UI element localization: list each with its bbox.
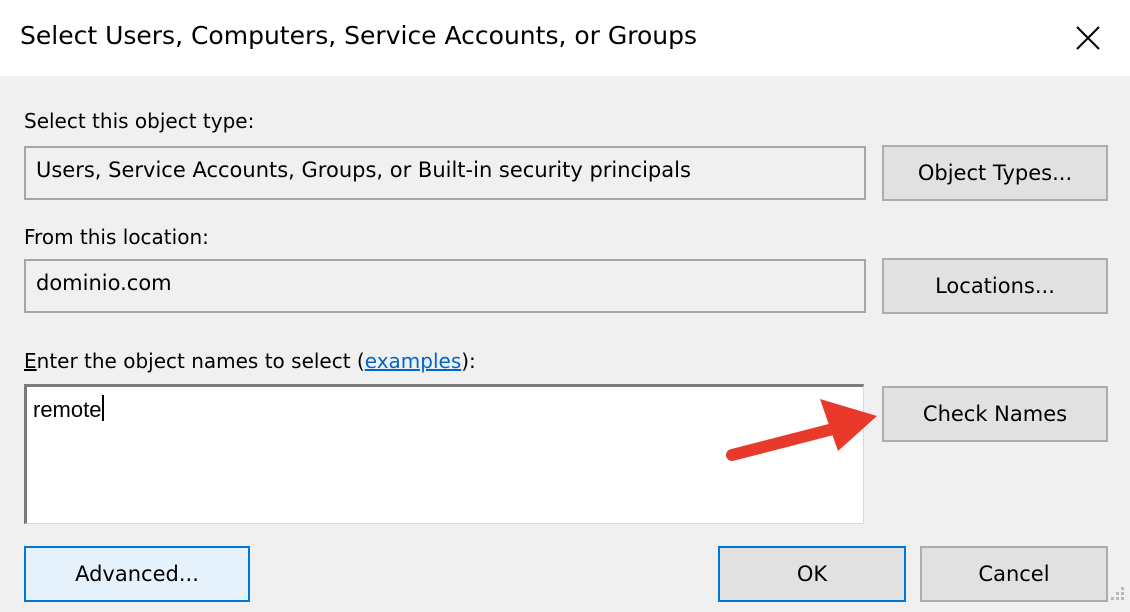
label-prefix: nter the object names to select ( bbox=[36, 349, 365, 373]
text-caret bbox=[102, 395, 105, 421]
title-bar: Select Users, Computers, Service Account… bbox=[0, 0, 1130, 76]
ok-button[interactable]: OK bbox=[718, 546, 906, 602]
red-arrow-icon bbox=[726, 399, 877, 461]
check-names-button[interactable]: Check Names bbox=[882, 386, 1108, 442]
examples-link[interactable]: examples bbox=[365, 349, 462, 373]
window-title: Select Users, Computers, Service Account… bbox=[20, 21, 698, 50]
object-names-value: remote bbox=[33, 397, 102, 422]
location-field: dominio.com bbox=[24, 259, 866, 313]
close-icon bbox=[1076, 26, 1100, 50]
close-button[interactable] bbox=[1058, 12, 1118, 64]
object-types-button[interactable]: Object Types... bbox=[882, 145, 1108, 201]
label-suffix: ): bbox=[461, 349, 476, 373]
advanced-button[interactable]: Advanced... bbox=[24, 546, 250, 602]
cancel-button[interactable]: Cancel bbox=[920, 546, 1108, 602]
object-names-label: Enter the object names to select (exampl… bbox=[24, 348, 476, 374]
location-label: From this location: bbox=[24, 225, 209, 249]
resize-grip-icon[interactable] bbox=[1108, 584, 1126, 602]
object-type-label: Select this object type: bbox=[24, 109, 255, 133]
object-type-field: Users, Service Accounts, Groups, or Buil… bbox=[24, 146, 866, 200]
label-accesskey: E bbox=[24, 349, 37, 373]
locations-button[interactable]: Locations... bbox=[882, 258, 1108, 314]
